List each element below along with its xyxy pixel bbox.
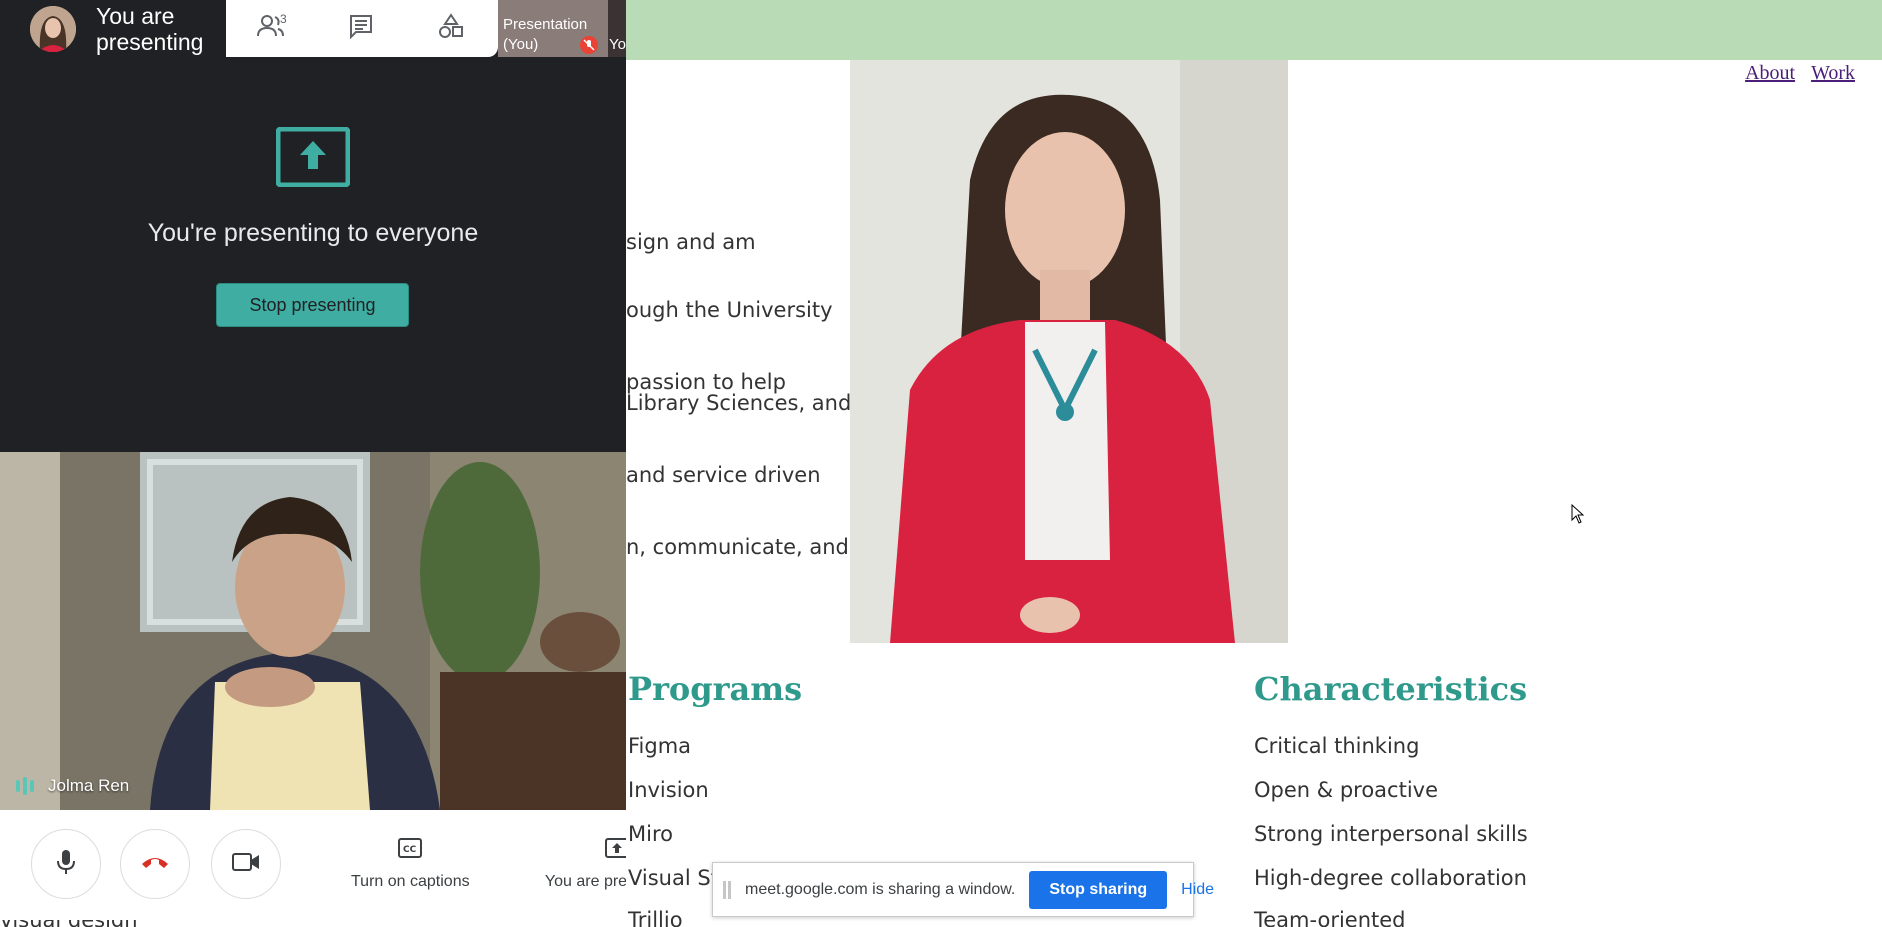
characteristic-item: Strong interpersonal skills xyxy=(1254,822,1528,846)
call-controls: CC Turn on captions You are pre xyxy=(0,810,626,920)
participant-label: Jolma Ren xyxy=(16,776,129,796)
participant-video: Jolma Ren xyxy=(0,452,626,810)
mouse-cursor-icon xyxy=(1571,503,1585,529)
muted-mic-icon xyxy=(580,36,598,54)
characteristic-item: Team-oriented xyxy=(1254,908,1406,927)
bio-line: n, communicate, and xyxy=(626,535,849,559)
chat-button[interactable] xyxy=(316,0,406,57)
microphone-button[interactable] xyxy=(31,829,101,899)
leave-call-button[interactable] xyxy=(120,829,190,899)
share-status-text: meet.google.com is sharing a window. xyxy=(745,880,1016,898)
program-item: Visual St xyxy=(628,866,719,890)
meet-header: You are presenting 3 Presentation (You) … xyxy=(0,0,626,57)
presenter-status: You are presenting xyxy=(96,2,204,55)
stop-sharing-button[interactable]: Stop sharing xyxy=(1029,870,1168,909)
site-nav: About Work xyxy=(1745,62,1855,85)
screen-share-bar: meet.google.com is sharing a window. Sto… xyxy=(712,862,1214,917)
characteristics-heading: Characteristics xyxy=(1254,670,1528,708)
profile-photo xyxy=(850,60,1288,643)
participants-count: 3 xyxy=(280,12,287,26)
hangup-icon xyxy=(140,854,170,875)
meet-window: You are presenting 3 Presentation (You) … xyxy=(0,0,626,920)
present-to-all-icon xyxy=(275,126,351,192)
drag-handle-icon[interactable] xyxy=(723,880,731,899)
mic-icon xyxy=(56,849,76,880)
characteristic-item: Critical thinking xyxy=(1254,734,1420,758)
present-icon xyxy=(605,838,626,863)
camera-icon xyxy=(232,852,260,877)
people-button[interactable]: 3 xyxy=(226,0,316,57)
captions-button[interactable]: CC Turn on captions xyxy=(351,838,470,891)
program-item: Figma xyxy=(628,734,692,758)
hide-button[interactable]: Hide xyxy=(1181,881,1214,899)
program-item: Invision xyxy=(628,778,709,802)
presentation-thumbnail[interactable]: Presentation (You) Yo xyxy=(498,0,626,57)
presenting-panel: You're presenting to everyone Stop prese… xyxy=(0,57,626,425)
activities-icon xyxy=(438,13,464,44)
presenting-control-label: You are pre xyxy=(544,873,626,890)
bio-line: Library Sciences, and xyxy=(626,391,852,415)
speaking-indicator-icon xyxy=(16,777,34,795)
nav-about-link[interactable]: About xyxy=(1745,62,1795,85)
captions-label: Turn on captions xyxy=(351,873,470,890)
thumbnail-partial-label: Yo xyxy=(609,36,626,53)
program-item: Miro xyxy=(628,822,673,846)
activities-button[interactable] xyxy=(406,0,496,57)
bio-paragraph-3: Library Sciences, and and service driven… xyxy=(626,343,851,583)
chat-icon xyxy=(348,13,374,44)
programs-heading: Programs xyxy=(628,670,803,708)
presenting-title: You're presenting to everyone xyxy=(147,219,479,247)
participant-name: Jolma Ren xyxy=(48,776,130,795)
svg-text:CC: CC xyxy=(403,845,417,855)
thumbnail-label: Presentation (You) xyxy=(503,16,588,53)
stop-presenting-button[interactable]: Stop presenting xyxy=(216,283,409,327)
bio-line: ough the University xyxy=(626,298,833,322)
bio-line: and service driven xyxy=(626,463,821,487)
characteristic-item: Open & proactive xyxy=(1254,778,1438,802)
nav-work-link[interactable]: Work xyxy=(1811,62,1855,85)
characteristic-item: High-degree collaboration xyxy=(1254,866,1527,890)
presenter-chip[interactable]: You are presenting xyxy=(0,0,226,57)
program-item: Trillio xyxy=(628,908,683,927)
header-tools: 3 xyxy=(226,0,498,57)
captions-icon: CC xyxy=(398,838,423,863)
camera-button[interactable] xyxy=(211,829,281,899)
avatar xyxy=(30,5,76,52)
presenting-control[interactable]: You are pre xyxy=(543,838,626,891)
